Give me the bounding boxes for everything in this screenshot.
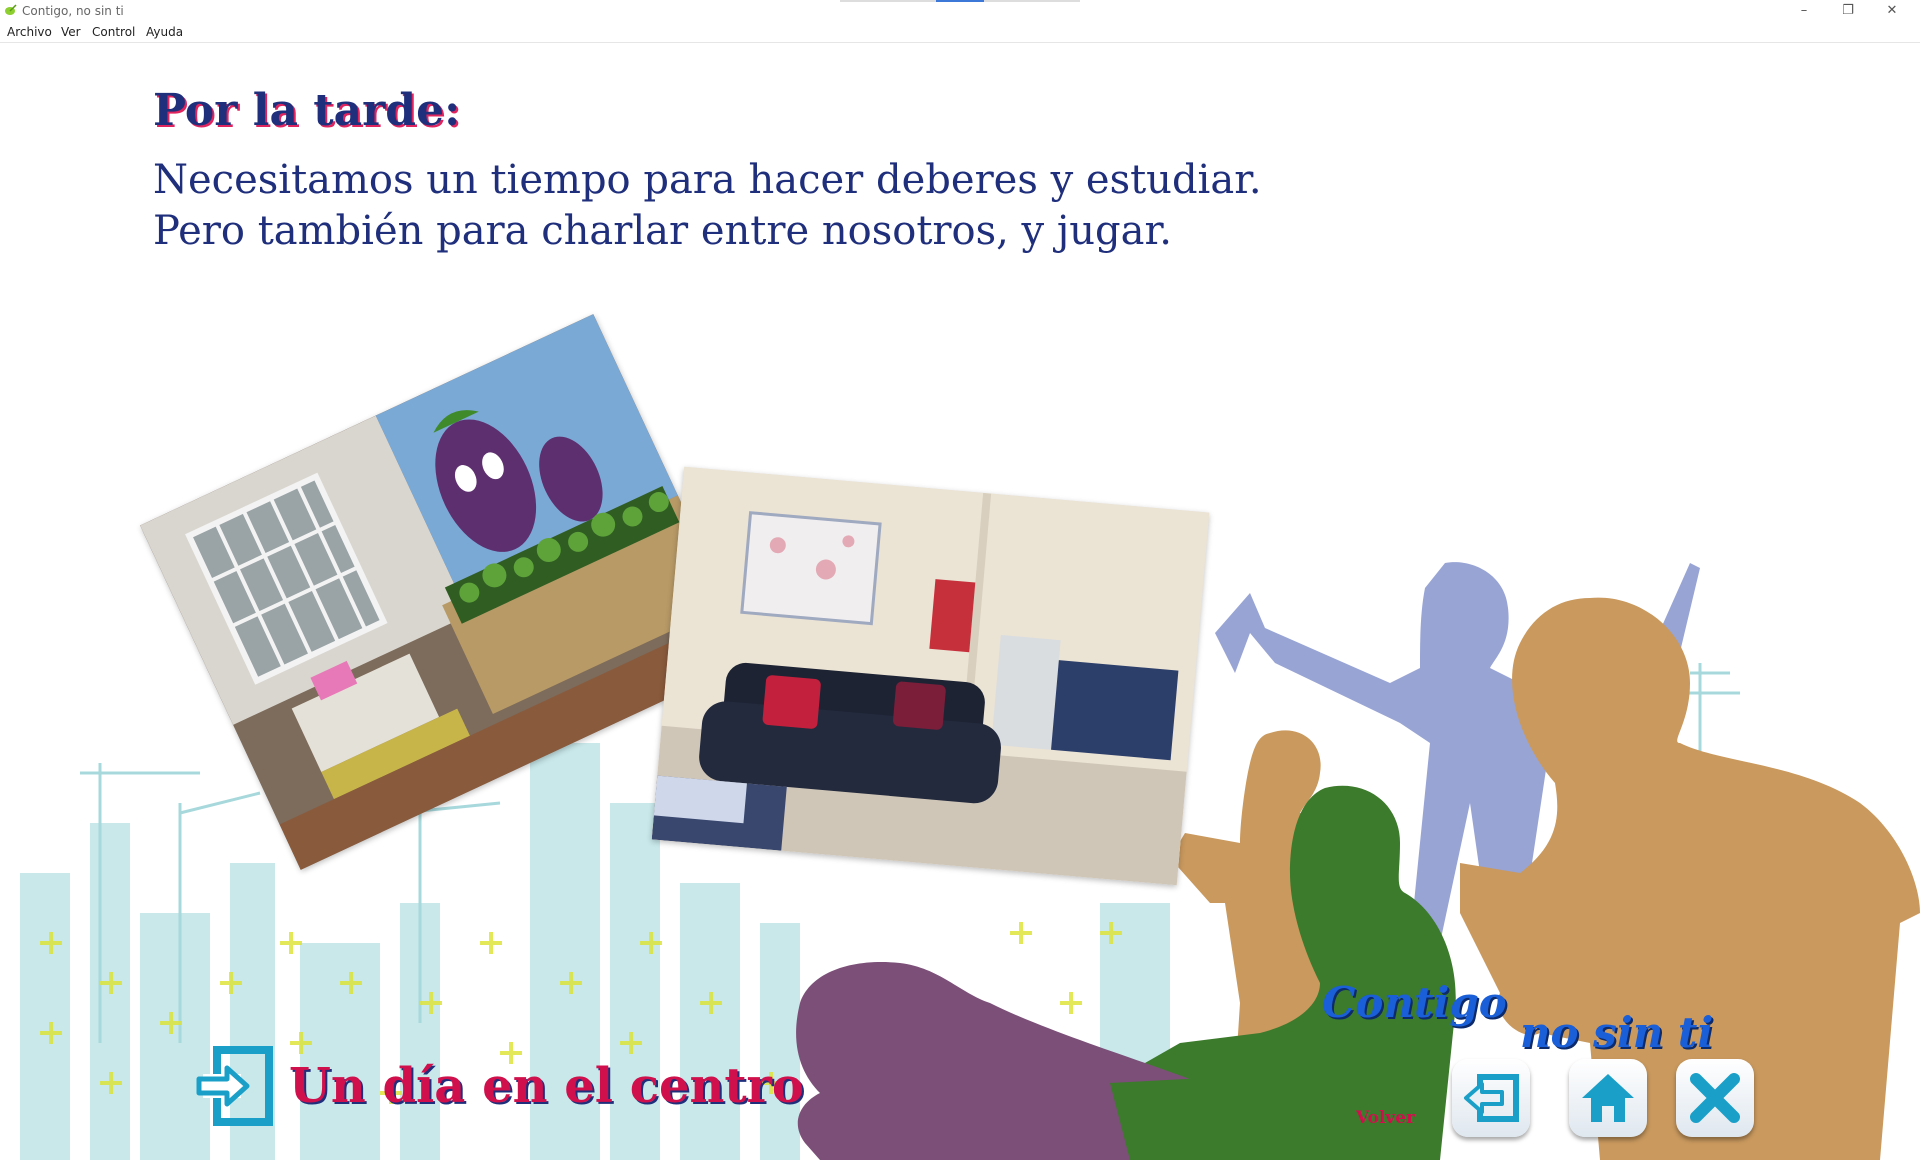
menu-bar: Archivo Ver Control Ayuda xyxy=(0,22,1920,43)
close-window-button[interactable]: ✕ xyxy=(1870,0,1914,22)
menu-archivo[interactable]: Archivo xyxy=(7,25,52,39)
minimize-button[interactable]: – xyxy=(1782,0,1826,22)
brand-title-line2: no sin ti xyxy=(1520,1008,1714,1057)
app-leaf-icon xyxy=(5,4,17,15)
menu-control[interactable]: Control xyxy=(92,25,135,39)
back-label: Volver xyxy=(1356,1108,1416,1128)
close-slide-button[interactable] xyxy=(1676,1059,1754,1137)
brand-title-line1: Contigo xyxy=(1322,978,1507,1027)
close-icon xyxy=(1690,1073,1740,1123)
menu-ver[interactable]: Ver xyxy=(61,25,81,39)
home-button[interactable] xyxy=(1569,1059,1647,1137)
section-link-un-dia-en-el-centro[interactable]: Un día en el centro xyxy=(193,1046,804,1126)
slide-canvas: Por la tarde: Necesitamos un tiempo para… xyxy=(0,43,1920,1160)
back-button[interactable] xyxy=(1452,1059,1530,1137)
window-title: Contigo, no sin ti xyxy=(22,4,124,18)
window-tab-indicator xyxy=(840,0,1080,2)
section-link-label: Un día en el centro xyxy=(289,1058,804,1114)
restore-button[interactable]: ❐ xyxy=(1826,0,1870,22)
enter-arrow-icon xyxy=(196,1046,273,1126)
home-icon xyxy=(1582,1074,1634,1122)
title-bar: Contigo, no sin ti – ❐ ✕ xyxy=(0,0,1920,22)
photo-living-room xyxy=(651,466,1210,886)
menu-ayuda[interactable]: Ayuda xyxy=(146,25,183,39)
back-arrow-icon xyxy=(1464,1074,1519,1122)
